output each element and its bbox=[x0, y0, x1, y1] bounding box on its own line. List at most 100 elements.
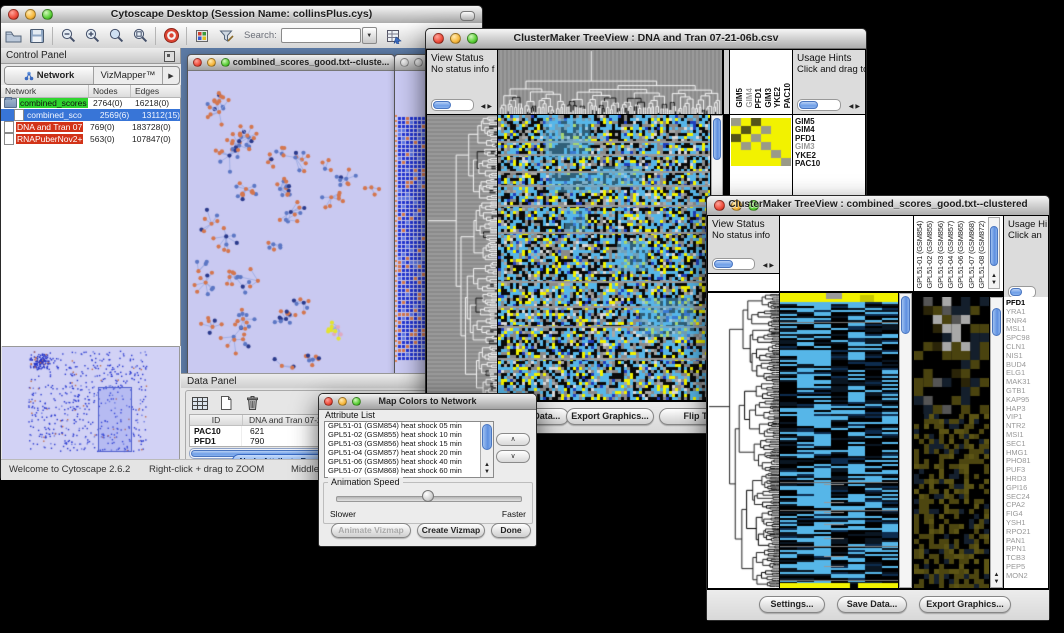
tab-overflow-arrow-icon[interactable]: ▶ bbox=[163, 67, 179, 84]
scrollbar-thumb[interactable] bbox=[714, 260, 733, 268]
scroll-arrows[interactable]: ◀▶ bbox=[763, 262, 776, 269]
scroll-up-icon[interactable]: ▲ bbox=[991, 273, 997, 279]
import-table-icon[interactable] bbox=[382, 25, 406, 47]
labels-vscrollbar[interactable]: ▲▼ bbox=[988, 217, 1000, 289]
status-hscrollbar[interactable] bbox=[712, 258, 755, 270]
zoom-fit-icon[interactable] bbox=[128, 25, 152, 47]
scroll-arrows[interactable]: ▲▼ bbox=[989, 273, 999, 287]
network-name-text: combined_scores bbox=[19, 98, 88, 108]
attribute-table-icon[interactable] bbox=[190, 394, 210, 412]
move-attribute-up-button[interactable]: ∧ bbox=[496, 433, 530, 446]
network-view-title: combined_scores_good.txt--cluste... bbox=[188, 57, 394, 67]
view-status-panel: View Status No status info f ◀▶ bbox=[427, 50, 497, 114]
dialog-button-create-vizmap[interactable]: Create Vizmap bbox=[417, 523, 485, 538]
network-table-row[interactable]: combined_scores2764(0)16218(0) bbox=[1, 97, 180, 109]
network-name-text: combined_sco bbox=[26, 110, 83, 120]
scrollbar-thumb[interactable] bbox=[901, 296, 910, 334]
tab-network[interactable]: Network bbox=[5, 67, 94, 84]
network-table-row[interactable]: RNAPuberNov2+563(0)107847(0) bbox=[1, 133, 180, 145]
scroll-up-icon[interactable]: ▲ bbox=[994, 572, 1000, 578]
scroll-arrows[interactable]: ▲▼ bbox=[481, 462, 493, 476]
heatmap-canvas[interactable] bbox=[780, 293, 898, 588]
scroll-down-icon[interactable]: ▼ bbox=[991, 280, 997, 286]
scroll-right-icon[interactable]: ▶ bbox=[769, 263, 776, 269]
hints-hscrollbar[interactable] bbox=[797, 99, 841, 111]
status-zoom-hint: Right-click + drag to ZOOM bbox=[149, 464, 264, 475]
scroll-up-icon[interactable]: ▲ bbox=[484, 462, 490, 468]
treeview2-titlebar[interactable]: ClusterMaker TreeView : combined_scores_… bbox=[707, 196, 1049, 216]
tab-vizmapper[interactable]: VizMapper™ bbox=[94, 67, 163, 84]
tv2-column-label: GPL51-03 (GSM856) bbox=[936, 221, 945, 288]
row-dendrogram[interactable] bbox=[427, 115, 497, 400]
birdseye-view[interactable] bbox=[2, 346, 180, 459]
treeview1-titlebar[interactable]: ClusterMaker TreeView : DNA and Tran 07-… bbox=[426, 29, 866, 49]
row-dendrogram[interactable] bbox=[708, 293, 779, 588]
scrollbar-thumb[interactable] bbox=[1010, 288, 1022, 296]
open-session-icon[interactable] bbox=[1, 25, 25, 47]
slider-thumb[interactable] bbox=[422, 490, 434, 502]
network-tab-icon bbox=[24, 71, 34, 81]
close-icon[interactable] bbox=[400, 58, 409, 67]
attribute-item[interactable]: GPL51-07 (GSM868) heat shock 60 min bbox=[325, 467, 493, 476]
treeview2-column-labels: ▲▼ GPL51-01 (GSM854)GPL51-02 (GSM855)GPL… bbox=[914, 216, 1003, 291]
scroll-down-icon[interactable]: ▼ bbox=[484, 469, 490, 475]
scroll-right-icon[interactable]: ▶ bbox=[855, 104, 862, 110]
float-panel-icon[interactable] bbox=[164, 51, 175, 62]
attribute-listbox[interactable]: GPL51-01 (GSM854) heat shock 05 minGPL51… bbox=[324, 421, 494, 478]
help-lifering-icon[interactable] bbox=[159, 25, 183, 47]
treeview2-title: ClusterMaker TreeView : combined_scores_… bbox=[707, 199, 1049, 210]
column-header-nodes[interactable]: Nodes bbox=[89, 85, 131, 97]
network-table-row[interactable]: combined_sco2569(6)13112(15) bbox=[1, 109, 180, 121]
zoom-vscrollbar[interactable]: ▲▼ bbox=[990, 297, 1003, 588]
zoom-heatmap-canvas[interactable] bbox=[914, 297, 989, 588]
scroll-down-icon[interactable]: ▼ bbox=[994, 579, 1000, 585]
column-dendrogram-area[interactable] bbox=[780, 216, 913, 291]
scroll-arrows[interactable]: ◀▶ bbox=[849, 103, 862, 110]
tv2-button-settings-[interactable]: Settings... bbox=[759, 596, 825, 613]
search-dropdown-icon[interactable]: ▼ bbox=[362, 27, 377, 44]
column-header-network[interactable]: Network bbox=[1, 85, 89, 97]
network-table-row[interactable]: DNA and Tran 07769(0)183728(0) bbox=[1, 121, 180, 133]
toolbar-toggle-pill[interactable] bbox=[460, 11, 475, 21]
scroll-arrows[interactable]: ◀▶ bbox=[481, 103, 494, 110]
column-header-edges[interactable]: Edges bbox=[131, 85, 181, 97]
tv2-button-save-data-[interactable]: Save Data... bbox=[837, 596, 907, 613]
heatmap-canvas[interactable] bbox=[498, 115, 710, 400]
column-header-id[interactable]: ID bbox=[190, 415, 243, 425]
new-attribute-icon[interactable] bbox=[216, 394, 236, 412]
minimize-icon[interactable] bbox=[414, 58, 423, 67]
save-session-icon[interactable] bbox=[25, 25, 49, 47]
scroll-arrows[interactable]: ▲▼ bbox=[991, 572, 1002, 586]
scrollbar-thumb[interactable] bbox=[482, 424, 492, 450]
filter-icon[interactable] bbox=[214, 25, 238, 47]
delete-attribute-trash-icon[interactable] bbox=[242, 394, 262, 412]
zoom-in-icon[interactable] bbox=[80, 25, 104, 47]
heatmap-vscrollbar[interactable] bbox=[899, 293, 912, 588]
list-vscrollbar[interactable]: ▲▼ bbox=[480, 422, 493, 477]
dialog-button-done[interactable]: Done bbox=[491, 523, 531, 538]
dialog-titlebar[interactable]: Map Colors to Network bbox=[319, 394, 536, 410]
search-input[interactable] bbox=[281, 28, 361, 43]
zoom-out-icon[interactable] bbox=[56, 25, 80, 47]
column-dendrogram[interactable] bbox=[498, 50, 722, 114]
scroll-right-icon[interactable]: ▶ bbox=[487, 104, 494, 110]
mini-heatmap[interactable] bbox=[731, 118, 791, 166]
network-view-titlebar[interactable]: combined_scores_good.txt--cluste... bbox=[188, 55, 394, 71]
zoom-selected-icon[interactable] bbox=[104, 25, 128, 47]
treeview1-column-labels: GIM5GIM4PFD1GIM3YKE2PAC10 bbox=[730, 50, 792, 114]
network-name-text: DNA and Tran 07 bbox=[16, 122, 83, 132]
move-attribute-down-button[interactable]: ∨ bbox=[496, 450, 530, 463]
vizmapper-grid-icon[interactable] bbox=[190, 25, 214, 47]
map-colors-dialog: Map Colors to Network Attribute List GPL… bbox=[318, 393, 537, 547]
tv1-button-export-graphics-[interactable]: Export Graphics... bbox=[566, 408, 654, 425]
scrollbar-thumb[interactable] bbox=[433, 101, 451, 109]
dendrogram-splitter[interactable] bbox=[723, 50, 729, 114]
network-canvas[interactable] bbox=[188, 71, 392, 379]
scrollbar-thumb[interactable] bbox=[799, 101, 818, 109]
scrollbar-thumb[interactable] bbox=[992, 308, 1001, 336]
tv2-button-export-graphics-[interactable]: Export Graphics... bbox=[919, 596, 1011, 613]
scrollbar-thumb[interactable] bbox=[713, 118, 721, 160]
scrollbar-thumb[interactable] bbox=[990, 226, 998, 266]
main-titlebar[interactable]: Cytoscape Desktop (Session Name: collins… bbox=[1, 6, 482, 24]
status-hscrollbar[interactable] bbox=[431, 99, 474, 111]
